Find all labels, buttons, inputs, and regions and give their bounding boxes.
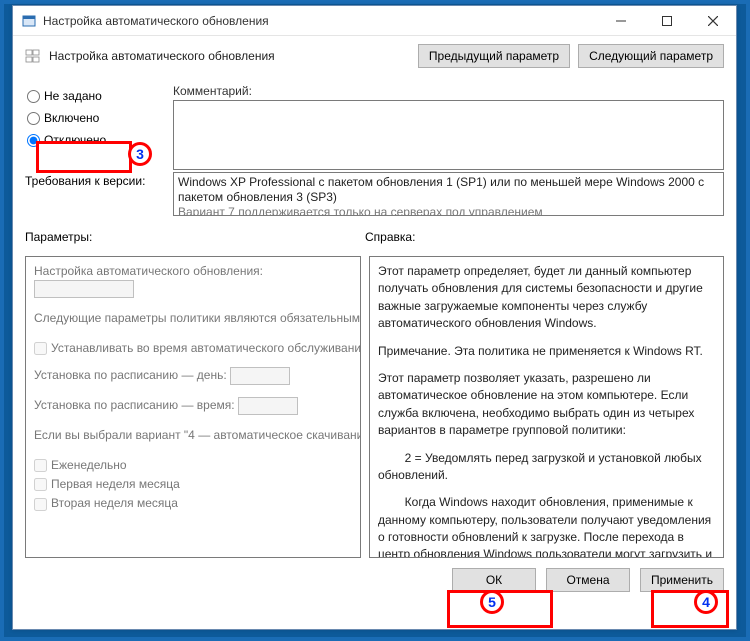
help-panel[interactable]: Этот параметр определяет, будет ли данны…: [369, 256, 724, 558]
maximize-button[interactable]: [644, 6, 690, 36]
minimize-button[interactable]: [598, 6, 644, 36]
help-p1: Этот параметр определяет, будет ли данны…: [378, 263, 715, 333]
annotation-box-disabled-radio: [36, 141, 132, 173]
page-icon: [25, 48, 41, 64]
schedule-day-select: [230, 367, 290, 385]
apply-button[interactable]: Применить: [640, 568, 724, 592]
radio-not-configured-label: Не задано: [44, 89, 102, 103]
chk-maintenance-label: Устанавливать во время автоматического о…: [51, 340, 361, 357]
annotation-marker-3: 3: [128, 142, 152, 166]
window-icon: [21, 13, 37, 29]
window-controls: [598, 6, 736, 36]
params-panel[interactable]: Настройка автоматического обновления: Сл…: [25, 256, 361, 558]
radio-not-configured[interactable]: Не задано: [25, 86, 155, 106]
annotation-marker-5: 5: [480, 590, 504, 614]
schedule-time-label: Установка по расписанию — время:: [34, 398, 235, 412]
schedule-day-label: Установка по расписанию — день:: [34, 368, 227, 382]
requirements-label: Требования к версии:: [25, 172, 155, 216]
chk-first-week: Первая неделя месяца: [34, 476, 352, 493]
chk-second-week-label: Вторая неделя месяца: [51, 495, 178, 512]
window-title: Настройка автоматического обновления: [43, 14, 598, 28]
requirements-line1: Windows XP Professional с пакетом обновл…: [178, 175, 719, 205]
panel-labels: Параметры: Справка:: [25, 230, 724, 244]
version-req-row: Требования к версии: Windows XP Professi…: [25, 172, 724, 216]
chk-maintenance-input: [34, 342, 47, 355]
requirements-box[interactable]: Windows XP Professional с пакетом обновл…: [173, 172, 724, 216]
ok-button[interactable]: ОК: [452, 568, 536, 592]
chk-weekly: Еженедельно: [34, 457, 352, 474]
schedule-time-select: [238, 397, 298, 415]
chk-first-week-input: [34, 478, 47, 491]
footer: ОК Отмена Применить: [13, 558, 736, 602]
radio-enabled[interactable]: Включено: [25, 108, 155, 128]
comment-label: Комментарий:: [173, 84, 724, 98]
next-setting-button[interactable]: Следующий параметр: [578, 44, 724, 68]
chk-first-week-label: Первая неделя месяца: [51, 476, 180, 493]
dialog-window: Настройка автоматического обновления Нас…: [12, 5, 737, 630]
chk-second-week-input: [34, 498, 47, 511]
chk-weekly-input: [34, 459, 47, 472]
panels: Настройка автоматического обновления: Сл…: [25, 256, 724, 558]
params-title: Настройка автоматического обновления:: [34, 264, 263, 278]
comment-textarea[interactable]: [173, 100, 724, 170]
header-row: Настройка автоматического обновления Пре…: [13, 36, 736, 76]
radio-enabled-label: Включено: [44, 111, 99, 125]
annotation-box-apply: [651, 590, 729, 628]
help-p4: 2 = Уведомлять перед загрузкой и установ…: [378, 450, 715, 485]
requirements-line2: Вариант 7 поддерживается только на серве…: [178, 205, 719, 216]
update-mode-select: [34, 280, 134, 298]
page-title: Настройка автоматического обновления: [49, 49, 410, 63]
help-p3: Этот параметр позволяет указать, разреше…: [378, 370, 715, 440]
cancel-button[interactable]: Отмена: [546, 568, 630, 592]
close-button[interactable]: [690, 6, 736, 36]
titlebar: Настройка автоматического обновления: [13, 6, 736, 36]
help-p5: Когда Windows находит обновления, примен…: [378, 494, 715, 558]
help-p2: Примечание. Эта политика не применяется …: [378, 343, 715, 360]
chk-maintenance: Устанавливать во время автоматического о…: [34, 340, 352, 357]
comment-col: Комментарий:: [173, 84, 724, 170]
variant4-note: Если вы выбрали вариант "4 — автоматичес…: [34, 427, 352, 444]
params-label: Параметры:: [25, 230, 365, 244]
previous-setting-button[interactable]: Предыдущий параметр: [418, 44, 570, 68]
chk-second-week: Вторая неделя месяца: [34, 495, 352, 512]
annotation-marker-4: 4: [694, 590, 718, 614]
params-policy-note: Следующие параметры политики являются об…: [34, 310, 352, 327]
radio-enabled-input[interactable]: [27, 112, 40, 125]
help-label: Справка:: [365, 230, 724, 244]
chk-weekly-label: Еженедельно: [51, 457, 127, 474]
radio-not-configured-input[interactable]: [27, 90, 40, 103]
